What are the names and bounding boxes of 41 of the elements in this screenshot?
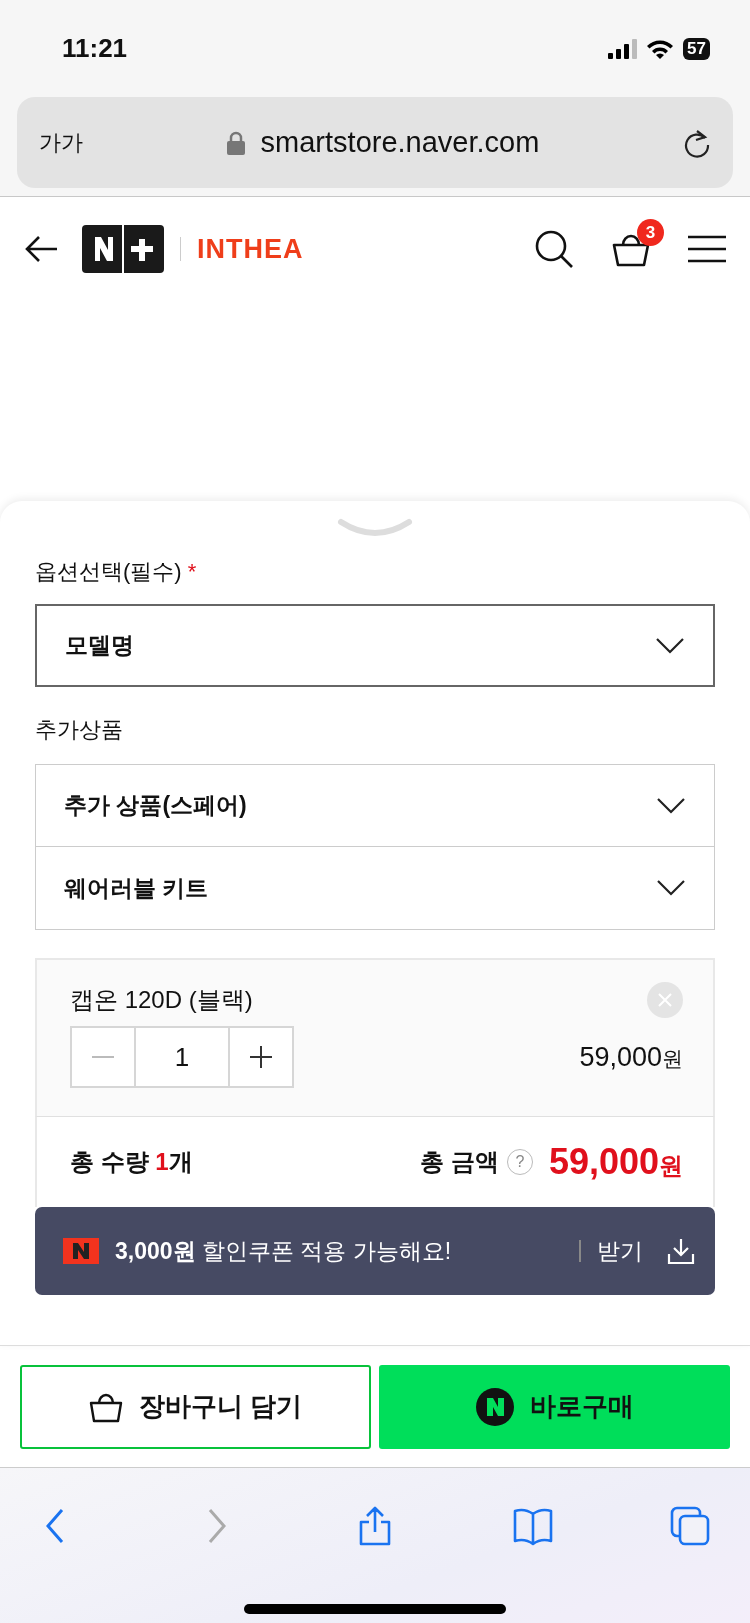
- chevron-down-icon: [656, 879, 686, 897]
- total-quantity: 총 수량 1개: [70, 1147, 193, 1177]
- book-icon[interactable]: [512, 1506, 553, 1546]
- signal-icon: [607, 38, 638, 59]
- coupon-download-link[interactable]: 받기: [597, 1233, 643, 1269]
- chevron-down-icon: [656, 796, 686, 815]
- sheet-handle-icon[interactable]: [337, 517, 413, 539]
- cart-count-badge: 3: [637, 219, 664, 246]
- additional-select[interactable]: 추가 상품(스페어): [35, 764, 715, 847]
- status-time: 11:21: [62, 32, 128, 65]
- reload-icon[interactable]: [683, 127, 711, 158]
- minus-icon: [92, 1056, 114, 1058]
- download-icon[interactable]: [667, 1238, 695, 1264]
- item-name: 캡온 120D (블랙): [70, 985, 253, 1015]
- brand-logo: INTHEA: [197, 232, 304, 266]
- chevron-down-icon: [655, 636, 685, 655]
- logo-icon: [82, 225, 164, 273]
- back-arrow-icon[interactable]: [24, 235, 58, 263]
- option-label: 옵션선택(필수) *: [35, 558, 198, 586]
- search-icon[interactable]: [534, 229, 574, 269]
- item-price: 59,000원: [579, 1040, 683, 1074]
- quantity-field[interactable]: 1: [136, 1026, 228, 1088]
- naver-badge-icon: [63, 1238, 99, 1264]
- additional-select[interactable]: 웨어러블 키트: [35, 847, 715, 930]
- add-to-cart-button[interactable]: 장바구니 담기: [20, 1364, 372, 1449]
- tabs-icon[interactable]: [670, 1506, 710, 1546]
- wifi-icon: [645, 37, 676, 60]
- model-select[interactable]: 모델명: [35, 604, 715, 687]
- buy-now-button[interactable]: 바로구매: [379, 1364, 730, 1449]
- menu-icon[interactable]: [688, 235, 726, 263]
- total-amount: 59,000원: [548, 1140, 683, 1184]
- total-amount-label: 총 금액: [420, 1147, 499, 1177]
- coupon-message: 3,000원 할인쿠폰 적용 가능해요!: [115, 1236, 452, 1266]
- url-text[interactable]: smartstore.naver.com: [260, 120, 540, 165]
- additional-label: 추가상품: [35, 716, 124, 744]
- naver-n-icon: [475, 1387, 514, 1426]
- text-size-button[interactable]: 가가: [39, 126, 83, 159]
- increase-button[interactable]: [228, 1026, 294, 1088]
- lock-icon: [226, 130, 245, 155]
- plus-icon: [250, 1046, 272, 1068]
- battery-level: 57: [683, 37, 710, 60]
